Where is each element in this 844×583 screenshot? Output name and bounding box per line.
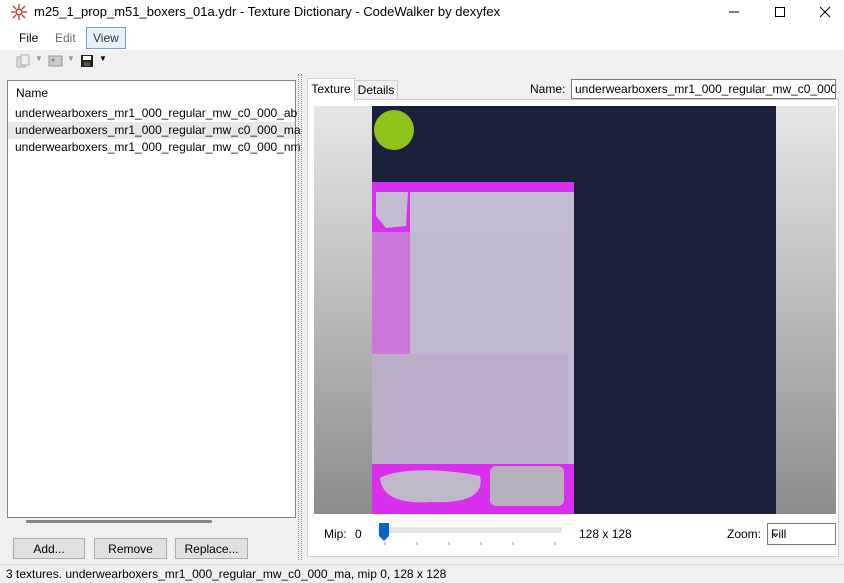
- copy-icon[interactable]: [16, 54, 30, 68]
- list-item[interactable]: underwearboxers_mr1_000_regular_mw_c0_00…: [8, 105, 297, 122]
- close-icon: [819, 6, 831, 18]
- replace-button[interactable]: Replace...: [175, 538, 248, 559]
- splitter[interactable]: [298, 74, 302, 560]
- minimize-button[interactable]: [711, 0, 757, 24]
- texture-blob-right: [490, 466, 564, 506]
- texture-gradient: [372, 232, 568, 464]
- app-icon: [11, 4, 27, 20]
- maximize-button[interactable]: [757, 0, 803, 24]
- texture-circle: [374, 110, 414, 150]
- close-button[interactable]: [802, 0, 844, 24]
- mip-slider[interactable]: [375, 518, 567, 548]
- tab-details[interactable]: Details: [354, 80, 398, 100]
- maximize-icon: [775, 7, 785, 17]
- mip-label: Mip:: [324, 527, 347, 541]
- horizontal-scrollbar[interactable]: [26, 520, 212, 523]
- list-item[interactable]: underwearboxers_mr1_000_regular_mw_c0_00…: [8, 139, 301, 156]
- menu-edit[interactable]: Edit: [49, 30, 82, 46]
- name-label: Name:: [530, 82, 566, 96]
- image-icon[interactable]: [48, 54, 64, 68]
- menu-view[interactable]: View: [86, 27, 126, 49]
- menu-file[interactable]: File: [13, 30, 44, 46]
- zoom-select[interactable]: Fill ⌄: [767, 523, 836, 545]
- texture-list: Name underwearboxers_mr1_000_regular_mw_…: [7, 80, 301, 523]
- zoom-label: Zoom:: [727, 527, 762, 541]
- title-bar: m25_1_prop_m51_boxers_01a.ydr - Texture …: [0, 0, 844, 26]
- dropdown-icon[interactable]: ▼: [67, 54, 75, 63]
- toolbar: ▼ ▼ ▼: [0, 50, 844, 74]
- status-bar: 3 textures. underwearboxers_mr1_000_regu…: [0, 564, 844, 583]
- save-icon[interactable]: [80, 54, 94, 68]
- texture-blob-left: [380, 470, 481, 503]
- mip-value: 0: [355, 527, 362, 541]
- tab-texture[interactable]: Texture: [307, 78, 355, 101]
- remove-button[interactable]: Remove: [94, 538, 167, 559]
- window-title: m25_1_prop_m51_boxers_01a.ydr - Texture …: [34, 4, 501, 19]
- texture-viewer[interactable]: [314, 106, 836, 514]
- list-item[interactable]: underwearboxers_mr1_000_regular_mw_c0_00…: [8, 122, 301, 139]
- status-text: 3 textures. underwearboxers_mr1_000_regu…: [6, 567, 447, 581]
- texture-image: [372, 106, 776, 514]
- texture-size: 128 x 128: [579, 527, 632, 541]
- chevron-down-icon: ⌄: [771, 528, 781, 540]
- menu-bar: File Edit View: [0, 26, 844, 50]
- dropdown-icon[interactable]: ▼: [35, 54, 43, 63]
- list-header[interactable]: Name: [8, 81, 295, 103]
- column-name: Name: [16, 86, 49, 100]
- minimize-icon: [729, 11, 739, 13]
- name-field[interactable]: underwearboxers_mr1_000_regular_mw_c0_00…: [571, 79, 836, 99]
- slider-thumb: [379, 523, 389, 541]
- add-button[interactable]: Add...: [13, 538, 85, 559]
- dropdown-icon[interactable]: ▼: [99, 54, 107, 63]
